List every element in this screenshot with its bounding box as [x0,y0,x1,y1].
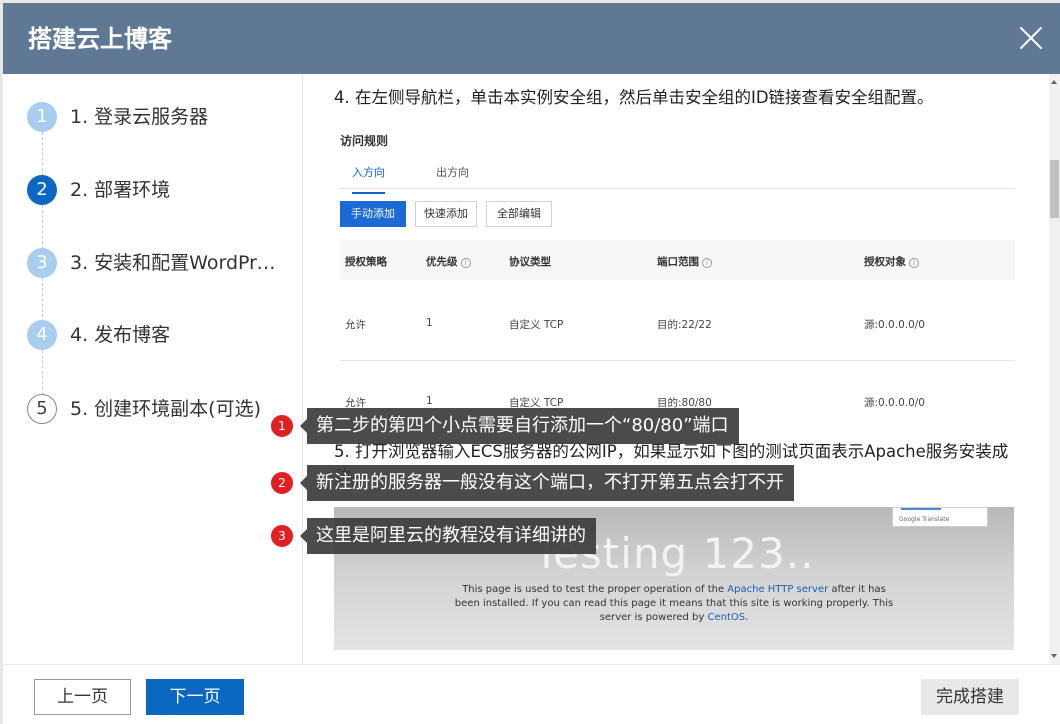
annotation-badge: 3 [269,523,295,549]
annotation-text: 这里是阿里云的教程没有详细讲的 [300,518,596,554]
column-header: 端口范围 i [657,254,712,269]
info-icon: i [702,258,712,268]
access-rules-title: 访问规则 [340,134,389,148]
modal-footer: 上一页 下一页 完成搭建 [3,664,1060,724]
apache-description: This page is used to test the proper ope… [454,583,894,625]
apache-text-part: This page is used to test the proper ope… [462,584,728,595]
step-item-login[interactable]: 1 1. 登录云服务器 [27,102,297,132]
step4-text: 4. 在左侧导航栏，单击本实例安全组，然后单击安全组的ID链接查看安全组配置。 [334,88,934,107]
translate-widget: Google Translate [892,507,988,527]
quick-add-button: 快速添加 [415,201,477,227]
annotation-badge: 1 [269,413,295,439]
step-label: 5. 创建环境副本(可选) [70,398,261,420]
column-label: 授权策略 [345,256,387,268]
table-cell: 允许 [345,319,366,331]
step-item-publish[interactable]: 4 4. 发布博客 [27,320,297,350]
table-cell: 源:0.0.0.0/0 [864,319,925,331]
column-header: 授权策略 [345,254,387,269]
table-cell: 源:0.0.0.0/0 [864,397,925,409]
step-label: 3. 安装和配置WordPress [70,252,285,274]
table-header: 授权策略 优先级 i 协议类型 端口范围 i 授权对象 i [340,240,1015,280]
step-label: 2. 部署环境 [70,179,171,201]
column-label: 端口范围 [657,256,699,268]
step-number: 1 [27,102,57,132]
setup-modal: 搭建云上博客 1 1. 登录云服务器 2 2. 部署环境 3 3. 安装和配置W… [3,3,1060,724]
edit-all-button: 全部编辑 [486,201,552,227]
column-header: 授权对象 i [864,254,919,269]
step-connector [42,205,43,249]
scroll-down-icon[interactable] [1051,654,1057,658]
tabs-divider [340,188,1015,189]
info-icon: i [460,258,471,268]
apache-link: Apache HTTP server [727,584,829,595]
info-icon: i [909,258,919,268]
annotation-text: 第二步的第四个小点需要自行添加一个“80/80”端口 [300,408,739,444]
table-cell: 1 [426,395,433,407]
apache-text-part: . [745,612,749,623]
annotation-text: 新注册的服务器一般没有这个端口，不打开第五点会打不开 [300,465,794,501]
column-label: 协议类型 [509,256,551,268]
row-divider [340,360,1015,361]
translate-label: Google Translate [899,516,950,523]
prev-button[interactable]: 上一页 [34,679,131,715]
step-item-deploy[interactable]: 2 2. 部署环境 [27,175,297,205]
column-header: 优先级 i [426,254,471,269]
step-item-copy[interactable]: 5 5. 创建环境副本(可选) [27,394,297,424]
content-pane: 4. 在左侧导航栏，单击本实例安全组，然后单击安全组的ID链接查看安全组配置。 … [304,74,1049,664]
step-item-wordpress[interactable]: 3 3. 安装和配置WordPress [27,248,297,278]
next-button[interactable]: 下一页 [146,679,244,715]
security-group-screenshot: 访问规则 入方向 出方向 手动添加 快速添加 全部编辑 授权策略 优先级 i 协议… [334,124,1016,420]
step-number: 4 [27,320,57,350]
column-label: 优先级 [426,256,458,268]
step-connector [42,350,43,395]
scroll-up-icon[interactable] [1051,80,1057,84]
translate-bar [901,508,941,510]
scroll-thumb[interactable] [1050,160,1059,218]
step-number: 2 [27,175,57,205]
modal-header: 搭建云上博客 [3,3,1060,74]
step-connector [42,278,43,322]
step-number: 3 [27,248,57,278]
centos-link: CentOS [707,612,746,623]
step-label: 4. 发布博客 [70,324,171,346]
step-label: 1. 登录云服务器 [70,106,209,128]
content-scrollbar[interactable] [1049,74,1060,664]
table-cell: 1 [426,317,433,329]
step-connector [42,132,43,176]
finish-button[interactable]: 完成搭建 [921,679,1019,715]
close-icon[interactable] [1018,25,1044,51]
manual-add-button: 手动添加 [340,201,406,227]
column-label: 授权对象 [864,256,906,268]
modal-title: 搭建云上博客 [28,25,172,53]
table-cell: 自定义 TCP [509,319,564,331]
step-number: 5 [27,394,57,424]
annotation-badge: 2 [269,470,295,496]
table-cell: 目的:22/22 [657,319,712,331]
steps-sidebar: 1 1. 登录云服务器 2 2. 部署环境 3 3. 安装和配置WordPres… [3,74,303,664]
tab-inbound: 入方向 [352,164,385,194]
column-header: 协议类型 [509,254,551,269]
